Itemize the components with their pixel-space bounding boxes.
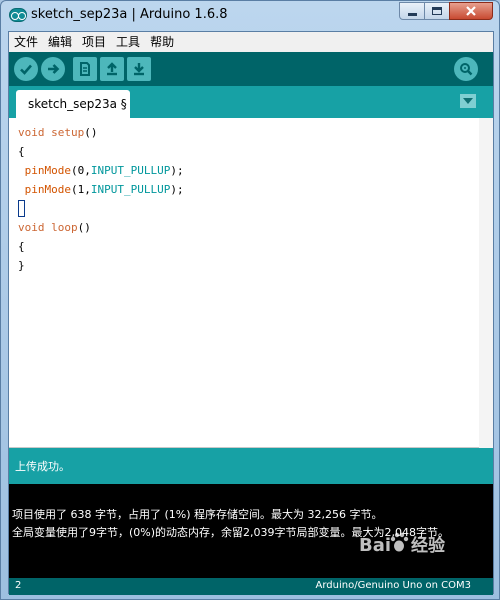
watermark-text: Bai [359,535,391,556]
serial-monitor-button[interactable] [454,57,478,81]
window-title: sketch_sep23a | Arduino 1.6.8 [31,7,228,22]
code-area[interactable]: void setup(){ pinMode(0,INPUT_PULLUP); p… [18,123,184,275]
status-message: 上传成功。 [15,460,70,473]
menu-file[interactable]: 文件 [9,32,43,52]
close-icon [466,6,476,16]
editor-scrollbar[interactable] [479,118,493,448]
menu-bar: 文件 编辑 项目 工具 帮助 [9,32,493,52]
tab-sketch[interactable]: sketch_sep23a § [16,90,130,118]
menu-tools[interactable]: 工具 [111,32,145,52]
code-editor[interactable]: void setup(){ pinMode(0,INPUT_PULLUP); p… [9,118,493,448]
save-icon [134,63,144,76]
close-button[interactable] [449,2,493,20]
code-token: pinMode [24,164,71,177]
maximize-icon [432,7,442,15]
code-line[interactable]: } [18,256,184,275]
code-line[interactable]: { [18,237,184,256]
code-line[interactable]: void loop() [18,218,184,237]
chevron-down-icon [463,98,473,104]
bottom-status-bar: 2 Arduino/Genuino Uno on COM3 [9,578,493,595]
code-line[interactable]: pinMode(0,INPUT_PULLUP); [18,161,184,180]
status-strip: 上传成功。 [9,448,493,484]
code-token: () [77,221,91,234]
code-token: INPUT_PULLUP [90,183,171,196]
code-token: void [18,221,52,234]
maximize-button[interactable] [424,2,450,20]
code-token: ); [170,183,184,196]
serial-monitor-icon [460,63,473,76]
window-controls [399,2,493,20]
code-token: () [84,126,98,139]
text-cursor [18,200,25,217]
code-line[interactable]: { [18,142,184,161]
arduino-logo-icon [9,8,27,22]
minimize-icon [407,12,417,16]
save-button[interactable] [127,57,151,81]
client-area: 文件 编辑 项目 工具 帮助 sketch_sep23a § void setu… [8,31,494,595]
upload-icon [48,64,60,74]
code-line[interactable]: pinMode(1,INPUT_PULLUP); [18,180,184,199]
upload-button[interactable] [41,57,65,81]
code-line[interactable] [18,199,184,218]
svg-text:经验: 经验 [411,535,446,556]
open-button[interactable] [100,57,124,81]
code-token: pinMode [24,183,71,196]
new-button[interactable] [73,57,97,81]
verify-button[interactable] [14,57,38,81]
minimize-button[interactable] [399,2,425,20]
baidu-paw-icon: Bai 经验 [359,532,446,556]
verify-icon [20,64,32,75]
menu-edit[interactable]: 编辑 [43,32,77,52]
code-line[interactable]: void setup() [18,123,184,142]
menu-sketch[interactable]: 项目 [77,32,111,52]
code-token: } [18,259,25,272]
tab-menu-button[interactable] [460,94,476,108]
code-token: setup [51,126,85,139]
code-token: INPUT_PULLUP [90,164,171,177]
baidu-watermark: Bai 经验 [359,529,469,559]
board-port-info: Arduino/Genuino Uno on COM3 [315,580,472,591]
code-token: { [18,145,25,158]
title-bar[interactable]: sketch_sep23a | Arduino 1.6.8 [1,1,499,31]
open-icon [107,62,117,76]
code-token: (0, [70,164,91,177]
tab-strip: sketch_sep23a § [9,86,493,118]
code-token: ); [170,164,184,177]
code-token: { [18,240,25,253]
toolbar [9,52,493,86]
code-token: loop [51,221,78,234]
menu-help[interactable]: 帮助 [145,32,179,52]
console-line: 项目使用了 638 字节，占用了 (1%) 程序存储空间。最大为 32,256 … [12,508,383,521]
arduino-ide-window: sketch_sep23a | Arduino 1.6.8 文件 编辑 项目 工… [0,0,500,600]
code-token: void [18,126,52,139]
code-token: (1, [70,183,91,196]
new-icon [80,62,90,76]
line-number: 2 [15,580,22,591]
